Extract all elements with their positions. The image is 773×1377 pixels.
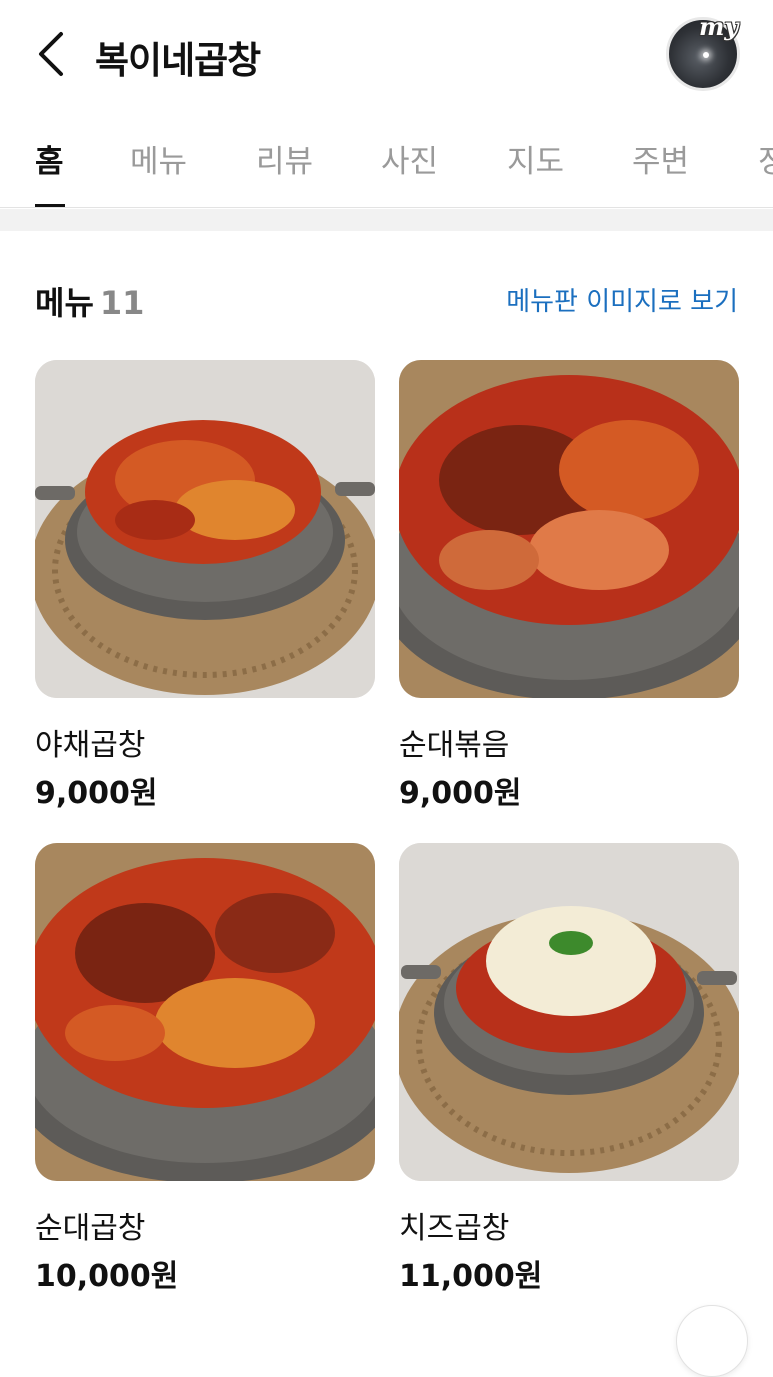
menu-item-name: 순대곱창	[35, 1211, 146, 1246]
menu-section-title: 메뉴 11	[35, 278, 144, 324]
avatar-label: my	[699, 12, 739, 41]
back-button[interactable]	[28, 28, 72, 80]
section-divider	[0, 209, 773, 231]
tab-menu[interactable]: 메뉴	[130, 136, 187, 181]
menu-item-price: 9,000원	[35, 776, 158, 811]
avatar-moon-icon	[703, 52, 709, 58]
menu-item-price: 9,000원	[399, 776, 522, 811]
menu-item-price: 10,000원	[35, 1259, 179, 1294]
tab-info[interactable]: 정	[758, 136, 773, 181]
menu-board-image-link[interactable]: 메뉴판 이미지로 보기	[506, 281, 738, 318]
tab-home[interactable]: 홈	[35, 136, 64, 181]
tab-nearby[interactable]: 주변	[632, 136, 689, 181]
menu-item-image	[399, 360, 739, 698]
menu-count: 11	[99, 284, 145, 322]
menu-item-image	[35, 843, 375, 1181]
menu-item-card[interactable]: 치즈곱창 11,000원	[399, 843, 739, 1294]
app-header: 복이네곱창 my	[0, 0, 773, 108]
active-tab-indicator	[35, 204, 65, 207]
page-title: 복이네곱창	[95, 39, 261, 82]
menu-item-card[interactable]: 순대볶음 9,000원	[399, 360, 739, 811]
floating-action-button[interactable]	[676, 1305, 748, 1377]
menu-item-name: 야채곱창	[35, 728, 146, 763]
menu-item-image	[399, 843, 739, 1181]
menu-item-price: 11,000원	[399, 1259, 543, 1294]
avatar[interactable]: my	[666, 12, 740, 91]
menu-item-card[interactable]: 야채곱창 9,000원	[35, 360, 375, 811]
menu-item-image	[35, 360, 375, 698]
menu-item-name: 치즈곱창	[399, 1211, 510, 1246]
menu-item-name: 순대볶음	[399, 728, 510, 763]
tab-reviews[interactable]: 리뷰	[256, 136, 313, 181]
tab-bar: 홈 메뉴 리뷰 사진 지도 주변 정	[0, 108, 773, 208]
menu-item-card[interactable]: 순대곱창 10,000원	[35, 843, 375, 1294]
tab-map[interactable]: 지도	[507, 136, 564, 181]
tab-photos[interactable]: 사진	[381, 136, 438, 181]
chevron-left-icon	[39, 32, 63, 76]
menu-section-label: 메뉴	[35, 284, 94, 322]
